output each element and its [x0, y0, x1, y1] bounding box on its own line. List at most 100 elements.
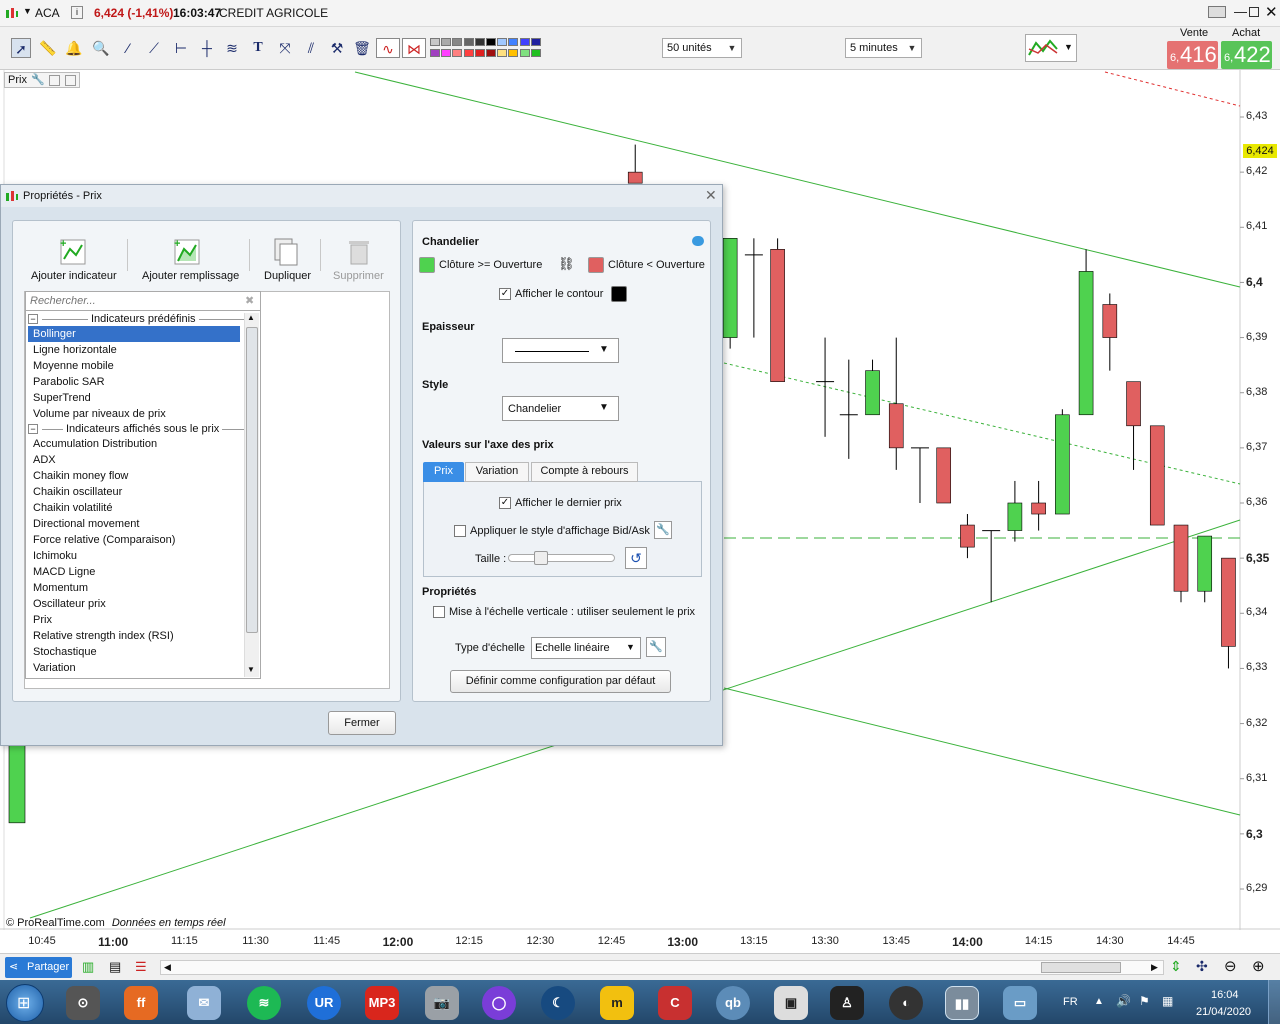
list-group-header[interactable]: − Indicateurs affichés sous le prix [28, 423, 244, 437]
color-swatch[interactable] [463, 49, 474, 57]
indicator-search[interactable]: ✖ [25, 291, 261, 311]
scroll-thumb[interactable] [246, 327, 258, 633]
purple-circle-icon[interactable]: ◯ [482, 986, 516, 1020]
network-icon[interactable]: ▦ [1162, 994, 1173, 1008]
show-desktop-button[interactable] [1268, 980, 1280, 1024]
link-icon[interactable]: ⛓ [558, 256, 575, 272]
color-swatch[interactable] [486, 49, 496, 57]
list-item[interactable]: Prix [28, 612, 240, 628]
list-item[interactable]: ADX [28, 452, 240, 468]
info-icon[interactable]: i [71, 6, 83, 19]
obs-icon[interactable]: ◐ [889, 986, 923, 1020]
flag-icon[interactable]: ⚑ [1139, 994, 1150, 1008]
reset-size-icon[interactable]: ↺ [625, 547, 647, 569]
tab-countdown[interactable]: Compte à rebours [531, 462, 638, 482]
close-button[interactable]: Fermer [328, 711, 396, 735]
candle-down[interactable] [888, 403, 904, 449]
ur-browser-icon[interactable]: UR [307, 986, 341, 1020]
prorealtime-taskbar-icon[interactable]: ▮▮ [945, 986, 979, 1020]
scale-wrench-icon[interactable]: 🔧 [646, 637, 666, 657]
color-swatch[interactable] [474, 49, 485, 57]
candle-down[interactable] [1149, 425, 1165, 526]
zoom-icon[interactable]: 🔍 [91, 38, 111, 58]
candle-up[interactable] [1078, 271, 1094, 416]
list-item[interactable]: SuperTrend [28, 390, 240, 406]
mp3-converter-icon[interactable]: MP3 [365, 986, 399, 1020]
close-icon[interactable]: ✕ [1265, 3, 1278, 21]
list-item[interactable]: MACD Ligne [28, 564, 240, 580]
color-swatch[interactable] [463, 38, 474, 46]
collapse-icon[interactable]: − [28, 424, 38, 434]
candle-down[interactable] [770, 249, 785, 382]
color-swatch[interactable] [486, 38, 496, 46]
color-swatch[interactable] [519, 49, 530, 57]
list-item[interactable]: Oscillateur prix [28, 596, 240, 612]
collapse-icon[interactable]: − [28, 314, 38, 324]
desktop-preview-icon[interactable]: ▭ [1003, 986, 1037, 1020]
zoom-in-icon[interactable]: ⊕ [1252, 957, 1265, 975]
scroll-down-icon[interactable]: ▼ [247, 665, 255, 674]
sell-button[interactable]: 6, 416 [1167, 41, 1218, 69]
size-slider-thumb[interactable] [534, 551, 548, 565]
camera-app-icon[interactable]: 📷 [425, 986, 459, 1020]
firefox-icon[interactable]: ff [124, 986, 158, 1020]
taskbar-date[interactable]: 21/04/2020 [1196, 1006, 1251, 1018]
fibonacci-icon[interactable]: ≋ [222, 38, 242, 58]
candle-up[interactable] [722, 238, 738, 338]
candle-up[interactable] [865, 370, 880, 416]
thickness-select[interactable]: ▼ [502, 338, 619, 363]
scroll-left-icon[interactable]: ◀ [164, 962, 171, 973]
scroll-thumb[interactable] [1041, 962, 1121, 973]
minimize-icon[interactable]: — [1234, 4, 1247, 19]
buy-button[interactable]: 6, 422 [1221, 41, 1272, 69]
m-app-icon[interactable]: m [600, 986, 634, 1020]
volume-icon[interactable]: 🔊 [1116, 994, 1131, 1008]
price-panel-tab[interactable]: Prix 🔧 [4, 72, 80, 88]
list-item[interactable]: Parabolic SAR [28, 374, 240, 390]
crosshair-zoom-icon[interactable]: ✣ [1196, 958, 1208, 975]
language-indicator[interactable]: FR [1063, 996, 1078, 1008]
list-item[interactable]: Bollinger [28, 326, 240, 342]
tab-variation[interactable]: Variation [465, 462, 529, 482]
horizontal-scrollbar[interactable]: ◀ ▶ [160, 960, 1164, 975]
down-color-swatch[interactable] [588, 257, 604, 273]
text-tool-icon[interactable]: T [248, 38, 268, 58]
reader-app-icon[interactable]: ♙ [830, 986, 864, 1020]
show-outline-checkbox[interactable]: ✓ [499, 288, 511, 300]
candle-down[interactable] [1126, 381, 1141, 427]
color-swatch[interactable] [530, 49, 541, 57]
list-item[interactable]: Ichimoku [28, 548, 240, 564]
trend-line-icon[interactable]: ⟋ [144, 38, 164, 58]
expand-icon[interactable] [65, 75, 76, 86]
list-item[interactable]: Moyenne mobile [28, 358, 240, 374]
tab-prix[interactable]: Prix [423, 462, 464, 482]
search-input[interactable] [28, 293, 238, 309]
ccleaner-icon[interactable]: C [658, 986, 692, 1020]
tray-expand-icon[interactable]: ▲ [1094, 996, 1104, 1007]
candle-down[interactable] [627, 171, 643, 184]
candle-down[interactable] [960, 524, 975, 548]
set-default-button[interactable]: Définir comme configuration par défaut [450, 670, 671, 693]
list-item[interactable]: Stochastique [28, 644, 240, 660]
horizontal-line-icon[interactable]: ⊢ [171, 38, 191, 58]
color-swatch[interactable] [430, 38, 440, 46]
apply-bidask-checkbox[interactable] [454, 525, 466, 537]
add-fill-button[interactable]: + Ajouter remplissage [139, 237, 244, 285]
wrench-icon[interactable]: 🔧 [31, 73, 45, 86]
ruler-icon[interactable]: 📏 [38, 38, 58, 58]
list-item[interactable]: Variation [28, 660, 240, 676]
symbol-dropdown-icon[interactable]: ▼ [23, 6, 32, 16]
restore-icon[interactable] [1249, 7, 1259, 17]
candle-down[interactable] [936, 447, 952, 504]
list-item[interactable]: Volume par niveaux de prix [28, 406, 240, 422]
candle-settings-icon[interactable]: ▥ [82, 959, 94, 975]
color-swatch[interactable] [452, 49, 463, 57]
vertical-line-icon[interactable]: ┼ [197, 38, 217, 58]
color-swatch[interactable] [441, 49, 452, 57]
line-style-pattern-icon[interactable]: ⋈ [402, 38, 426, 58]
candle-up[interactable] [8, 734, 26, 824]
moon-app-icon[interactable]: ☾ [541, 986, 575, 1020]
spotify-icon[interactable]: ≋ [247, 986, 281, 1020]
zoom-out-icon[interactable]: ⊖ [1224, 957, 1237, 975]
list-item[interactable]: Relative strength index (RSI) [28, 628, 240, 644]
